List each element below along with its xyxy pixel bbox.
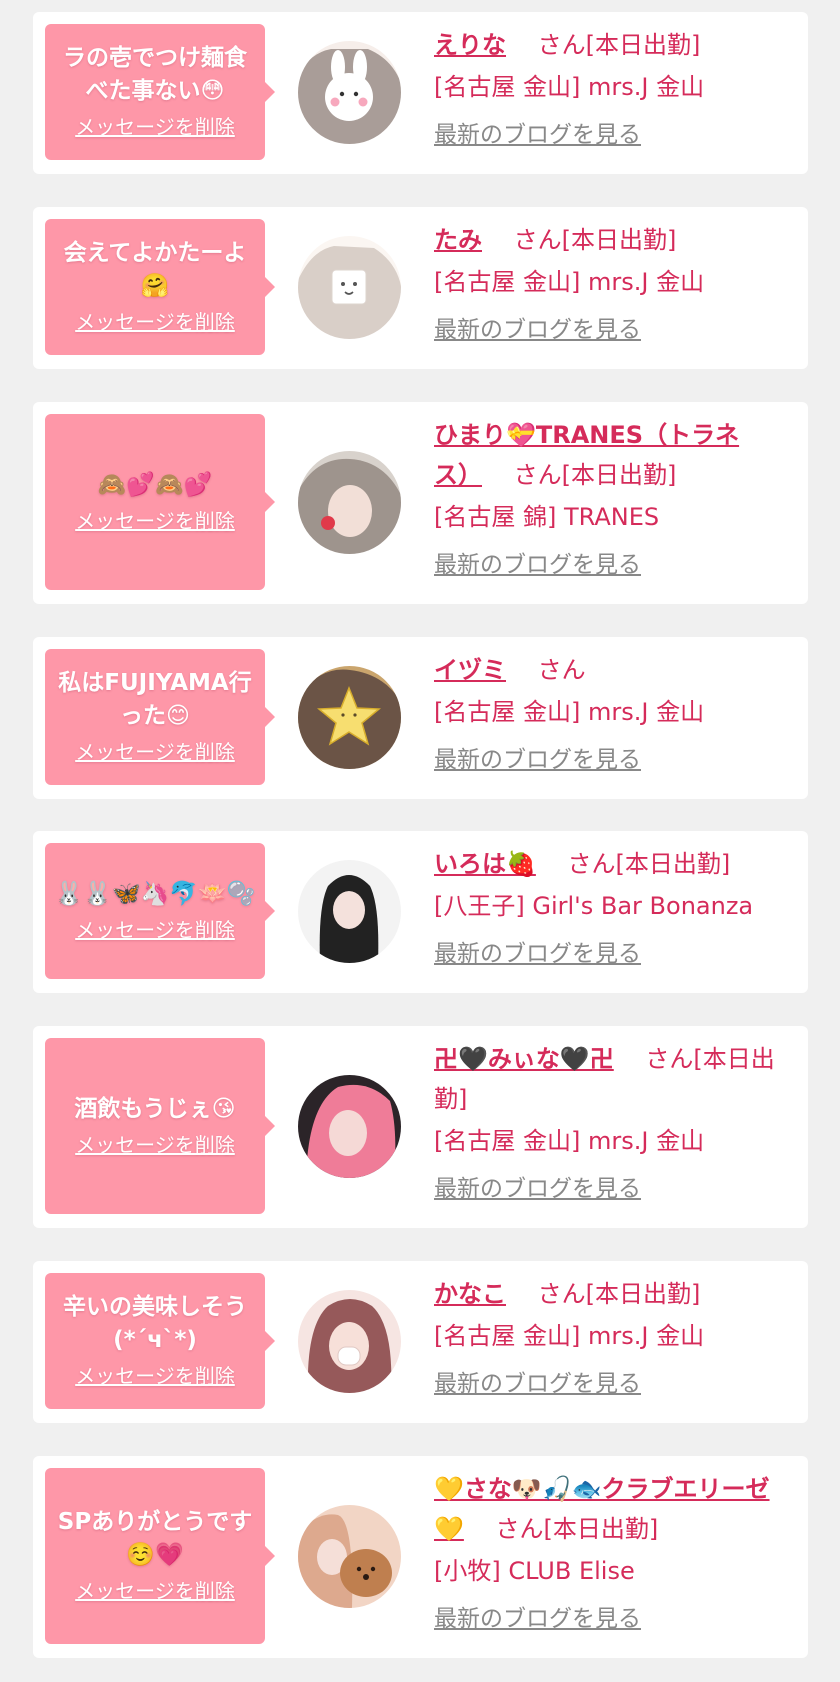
latest-blog-link[interactable]: 最新のブログを見る: [434, 934, 641, 974]
shop-name: [名古屋 金山] mrs.J 金山: [434, 73, 705, 101]
sender-status: さん[本日出勤]: [537, 1280, 701, 1308]
latest-blog-link[interactable]: 最新のブログを見る: [434, 545, 641, 585]
sender-status: さん: [537, 656, 586, 684]
message-list: ラの壱でつけ麺食べた事ない😳 メッセージを削除 えりな さん[本日出勤] [名古…: [0, 0, 840, 1682]
avatar[interactable]: [298, 860, 401, 963]
sender-info: えりな さん[本日出勤] [名古屋 金山] mrs.J 金山 最新のブログを見る: [434, 25, 784, 155]
message-text: 辛いの美味しそう(*´ч`*): [63, 1294, 247, 1353]
message-text: 酒飲もうじぇ😘: [74, 1095, 236, 1122]
sender-info: たみ さん[本日出勤] [名古屋 金山] mrs.J 金山 最新のブログを見る: [434, 220, 784, 350]
shop-name: [名古屋 金山] mrs.J 金山: [434, 268, 705, 296]
message-bubble: 酒飲もうじぇ😘 メッセージを削除: [45, 1038, 275, 1214]
delete-message-button[interactable]: メッセージを削除: [75, 739, 235, 765]
avatar[interactable]: [298, 1075, 401, 1178]
latest-blog-link[interactable]: 最新のブログを見る: [434, 115, 641, 155]
avatar[interactable]: [298, 1290, 401, 1393]
delete-message-button[interactable]: メッセージを削除: [75, 917, 235, 943]
sender-status: さん[本日出勤]: [513, 461, 677, 489]
delete-message-button[interactable]: メッセージを削除: [75, 508, 235, 534]
sender-name-link[interactable]: かなこ: [434, 1280, 506, 1308]
mask-sticker-avatar-icon: [298, 1290, 401, 1393]
avatar[interactable]: [298, 1505, 401, 1608]
sender-name-link[interactable]: 卍🖤みぃな🖤卍: [434, 1045, 614, 1073]
message-card: ラの壱でつけ麺食べた事ない😳 メッセージを削除 えりな さん[本日出勤] [名古…: [33, 12, 808, 174]
delete-message-button[interactable]: メッセージを削除: [75, 1132, 235, 1158]
shop-name: [八王子] Girl's Bar Bonanza: [434, 892, 754, 920]
message-card: SPありがとうです☺️💗 メッセージを削除 💛さな🐶🎣🐟クラブエリーゼ💛 さん[…: [33, 1456, 808, 1658]
message-bubble: 辛いの美味しそう(*´ч`*) メッセージを削除: [45, 1273, 275, 1409]
shop-name: [小牧] CLUB Elise: [434, 1557, 635, 1585]
sender-info: 💛さな🐶🎣🐟クラブエリーゼ💛 さん[本日出勤] [小牧] CLUB Elise …: [434, 1469, 784, 1639]
message-bubble: 🙈💕🙈💕 メッセージを削除: [45, 414, 275, 590]
photo-avatar-icon: [298, 1075, 401, 1178]
message-card: 🐰🐰🦋🦄🐬🪷🫧 メッセージを削除 いろは🍓 さん[本日出勤] [八王子] Gir…: [33, 831, 808, 993]
message-text: 🙈💕🙈💕: [97, 471, 213, 498]
message-bubble: 私はFUJIYAMA行った😊 メッセージを削除: [45, 649, 275, 785]
message-bubble: 🐰🐰🦋🦄🐬🪷🫧 メッセージを削除: [45, 843, 275, 979]
message-text: 会えてよかたーよ🤗: [63, 240, 247, 299]
message-card: 私はFUJIYAMA行った😊 メッセージを削除 イヅミ さん [名古屋 金山] …: [33, 637, 808, 799]
sender-status: さん[本日出勤]: [495, 1515, 659, 1543]
latest-blog-link[interactable]: 最新のブログを見る: [434, 1364, 641, 1404]
message-bubble: SPありがとうです☺️💗 メッセージを削除: [45, 1468, 275, 1644]
latest-blog-link[interactable]: 最新のブログを見る: [434, 1599, 641, 1639]
bunny-sticker-avatar-icon: [298, 41, 401, 144]
sender-status: さん[本日出勤]: [513, 226, 677, 254]
latest-blog-link[interactable]: 最新のブログを見る: [434, 1169, 641, 1209]
message-text: 🐰🐰🦋🦄🐬🪷🫧: [54, 880, 256, 907]
avatar[interactable]: [298, 451, 401, 554]
dog-photo-avatar-icon: [298, 1505, 401, 1608]
sender-info: イヅミ さん [名古屋 金山] mrs.J 金山 最新のブログを見る: [434, 650, 784, 780]
message-text: SPありがとうです☺️💗: [57, 1509, 253, 1568]
avatar[interactable]: [298, 666, 401, 769]
shop-name: [名古屋 金山] mrs.J 金山: [434, 698, 705, 726]
sender-info: ひまり💝TRANES（トラネス） さん[本日出勤] [名古屋 錦] TRANES…: [434, 415, 784, 585]
message-card: 辛いの美味しそう(*´ч`*) メッセージを削除 かなこ さん[本日出勤] [名…: [33, 1261, 808, 1423]
cube-mask-avatar-icon: [298, 236, 401, 339]
message-bubble: 会えてよかたーよ🤗 メッセージを削除: [45, 219, 275, 355]
message-text: 私はFUJIYAMA行った😊: [58, 670, 252, 729]
latest-blog-link[interactable]: 最新のブログを見る: [434, 310, 641, 350]
sender-info: かなこ さん[本日出勤] [名古屋 金山] mrs.J 金山 最新のブログを見る: [434, 1274, 784, 1404]
sender-status: さん[本日出勤]: [537, 31, 701, 59]
message-card: 🙈💕🙈💕 メッセージを削除 ひまり💝TRANES（トラネス） さん[本日出勤] …: [33, 402, 808, 604]
shop-name: [名古屋 錦] TRANES: [434, 503, 660, 531]
avatar[interactable]: [298, 236, 401, 339]
sender-name-link[interactable]: たみ: [434, 226, 482, 254]
delete-message-button[interactable]: メッセージを削除: [75, 114, 235, 140]
photo-avatar-icon: [298, 451, 401, 554]
delete-message-button[interactable]: メッセージを削除: [75, 309, 235, 335]
star-sticker-avatar-icon: [298, 666, 401, 769]
shop-name: [名古屋 金山] mrs.J 金山: [434, 1322, 705, 1350]
message-card: 酒飲もうじぇ😘 メッセージを削除 卍🖤みぃな🖤卍 さん[本日出勤] [名古屋 金…: [33, 1026, 808, 1228]
sender-name-link[interactable]: いろは🍓: [434, 850, 536, 878]
shop-name: [名古屋 金山] mrs.J 金山: [434, 1127, 705, 1155]
delete-message-button[interactable]: メッセージを削除: [75, 1363, 235, 1389]
sender-info: いろは🍓 さん[本日出勤] [八王子] Girl's Bar Bonanza 最…: [434, 844, 784, 974]
message-bubble: ラの壱でつけ麺食べた事ない😳 メッセージを削除: [45, 24, 275, 160]
message-text: ラの壱でつけ麺食べた事ない😳: [63, 45, 247, 104]
photo-avatar-icon: [298, 860, 401, 963]
latest-blog-link[interactable]: 最新のブログを見る: [434, 740, 641, 780]
sender-status: さん[本日出勤]: [567, 850, 731, 878]
sender-info: 卍🖤みぃな🖤卍 さん[本日出勤] [名古屋 金山] mrs.J 金山 最新のブロ…: [434, 1039, 784, 1209]
message-card: 会えてよかたーよ🤗 メッセージを削除 たみ さん[本日出勤] [名古屋 金山] …: [33, 207, 808, 369]
sender-name-link[interactable]: えりな: [434, 31, 506, 59]
delete-message-button[interactable]: メッセージを削除: [75, 1578, 235, 1604]
avatar[interactable]: [298, 41, 401, 144]
sender-name-link[interactable]: イヅミ: [434, 656, 506, 684]
